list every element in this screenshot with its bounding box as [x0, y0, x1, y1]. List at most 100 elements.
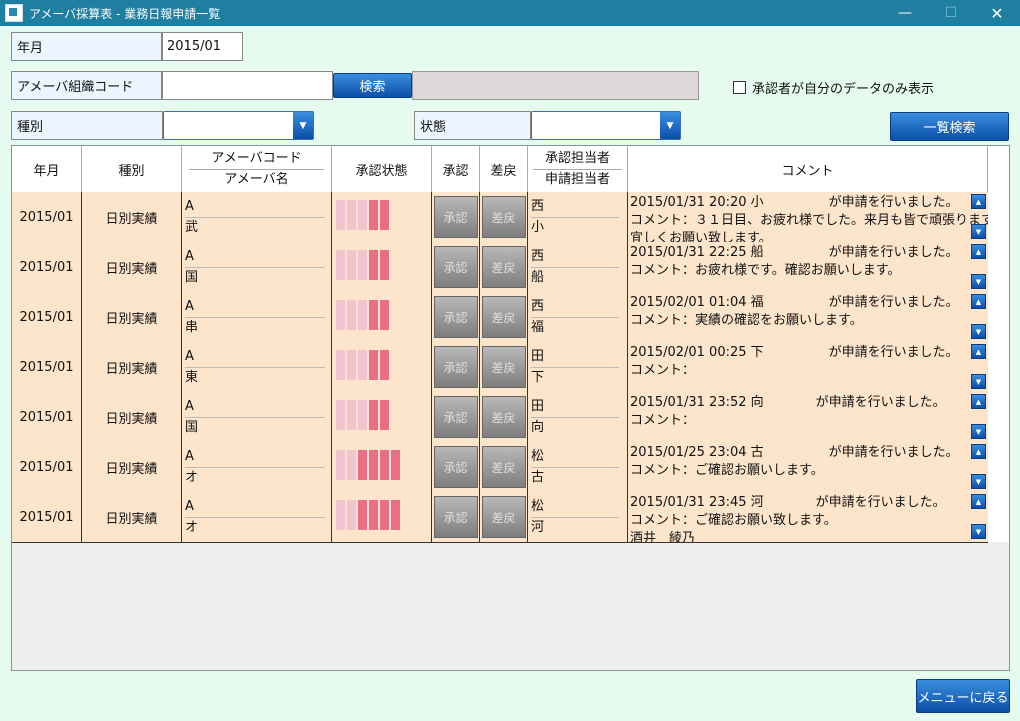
status-segment [347, 200, 356, 230]
reject-button[interactable]: 差戻 [481, 196, 526, 238]
cell-comment: 2015/01/31 22:25 船 が申請を行いました。 コメント：お疲れ様です… [628, 242, 988, 292]
checkbox-icon[interactable] [733, 81, 746, 94]
type-select[interactable]: ▼ [163, 111, 314, 140]
scroll-up-icon[interactable]: ▲ [971, 294, 986, 309]
cell-code: A [185, 497, 325, 518]
scroll-down-icon[interactable]: ▼ [971, 424, 986, 439]
cell-approver: 松 [531, 497, 619, 518]
reject-button[interactable]: 差戻 [481, 296, 526, 338]
status-segment [347, 500, 356, 530]
scroll-down-icon[interactable]: ▼ [971, 524, 986, 539]
month-input[interactable]: 2015/01 [162, 32, 243, 61]
cell-applicant: 河 [531, 519, 545, 535]
table-row[interactable]: 2015/01 日別実績 A オ承認 差戻松古 2015/01/25 23:04 古 が申… [12, 442, 1009, 493]
cell-approver: 西 [531, 247, 619, 268]
row-tail [988, 492, 1009, 542]
header-approve: 承認 [432, 146, 480, 192]
approve-button[interactable]: 承認 [433, 296, 478, 338]
comment-line: コメント：ご確認お願いします。 [630, 463, 824, 478]
cell-reject: 差戻 [480, 442, 528, 492]
scroll-up-icon[interactable]: ▲ [971, 444, 986, 459]
cell-approve: 承認 [432, 192, 480, 242]
table-row[interactable]: 2015/01 日別実績 A 国承認 差戻田向 2015/01/31 23:52 向 が申… [12, 392, 1009, 443]
cell-name: オ [185, 469, 199, 485]
approve-button[interactable]: 承認 [433, 196, 478, 238]
cell-code: A [185, 247, 325, 268]
cell-month: 2015/01 [12, 242, 82, 292]
header-comment: コメント [628, 146, 988, 192]
scroll-down-icon[interactable]: ▼ [971, 274, 986, 289]
approve-button[interactable]: 承認 [433, 396, 478, 438]
cell-status [332, 442, 432, 492]
org-code-input[interactable] [162, 71, 333, 100]
reject-button[interactable]: 差戻 [481, 246, 526, 288]
cell-persons: 松河 [528, 492, 628, 542]
cell-amoeba: Aオ [182, 492, 332, 542]
table-row[interactable]: 2015/01 日別実績 A 串承認 差戻西福 2015/02/01 01:04 福 が申… [12, 292, 1009, 343]
grid-header: 年月 種別 アメーバコード アメーバ名 承認状態 承認 差戻 承認担当者 申請担… [12, 146, 1009, 193]
cell-name: 武 [185, 219, 199, 235]
minimize-icon[interactable]: — [882, 0, 928, 26]
cell-applicant: 下 [531, 369, 545, 385]
status-segment [336, 450, 345, 480]
approver-only-checkbox[interactable]: 承認者が自分のデータのみ表示 [733, 78, 934, 97]
maximize-icon[interactable]: ☐ [928, 0, 974, 26]
comment-line: 2015/01/31 23:52 向 が申請を行いました。 [630, 395, 946, 410]
cell-month: 2015/01 [12, 192, 82, 242]
scroll-up-icon[interactable]: ▲ [971, 244, 986, 259]
cell-name: オ [185, 519, 199, 535]
approve-button[interactable]: 承認 [433, 346, 478, 388]
cell-applicant: 古 [531, 469, 545, 485]
table-row[interactable]: 2015/01 日別実績 A 国承認 差戻西船 2015/01/31 22:25 船 が申… [12, 242, 1009, 293]
list-search-button[interactable]: 一覧検索 [890, 112, 1009, 141]
scroll-up-icon[interactable]: ▲ [971, 494, 986, 509]
window-title: アメーバ採算表 - 業務日報申請一覧 [29, 6, 221, 21]
reject-button[interactable]: 差戻 [481, 396, 526, 438]
scroll-down-icon[interactable]: ▼ [971, 324, 986, 339]
chevron-down-icon[interactable]: ▼ [293, 112, 313, 139]
status-segment [358, 200, 367, 230]
reject-button[interactable]: 差戻 [481, 496, 526, 538]
approve-button[interactable]: 承認 [433, 246, 478, 288]
cell-amoeba: A国 [182, 392, 332, 442]
scroll-up-icon[interactable]: ▲ [971, 394, 986, 409]
status-segment [336, 350, 345, 380]
cell-code: A [185, 447, 325, 468]
cell-reject: 差戻 [480, 292, 528, 342]
chevron-down-icon[interactable]: ▼ [660, 112, 680, 139]
row-tail [988, 392, 1009, 442]
back-to-menu-button[interactable]: メニューに戻る [916, 679, 1010, 713]
status-segment [347, 250, 356, 280]
search-button[interactable]: 検索 [333, 73, 412, 98]
table-row[interactable]: 2015/01 日別実績 A 武承認 差戻西小 2015/01/31 20:20 小 が申… [12, 192, 1009, 243]
scroll-down-icon[interactable]: ▼ [971, 474, 986, 489]
table-row[interactable]: 2015/01 日別実績 A オ承認 差戻松河 2015/01/31 23:45 河 が申… [12, 492, 1009, 543]
scroll-down-icon[interactable]: ▼ [971, 224, 986, 239]
cell-amoeba: A武 [182, 192, 332, 242]
cell-code: A [185, 297, 325, 318]
comment-line: コメント：ご確認お願い致します。 [630, 513, 837, 528]
table-row[interactable]: 2015/01 日別実績 A 東承認 差戻田下 2015/02/01 00:25 下 が申… [12, 342, 1009, 393]
scroll-up-icon[interactable]: ▲ [971, 344, 986, 359]
status-segment [380, 400, 389, 430]
approver-only-label: 承認者が自分のデータのみ表示 [752, 82, 935, 97]
cell-month: 2015/01 [12, 392, 82, 442]
state-select[interactable]: ▼ [531, 111, 681, 140]
comment-line: コメント：実績の確認をお願いします。 [630, 313, 863, 328]
row-tail [988, 242, 1009, 292]
comment-line: コメント：お疲れ様です。確認お願いします。 [630, 263, 901, 278]
cell-status [332, 342, 432, 392]
cell-type: 日別実績 [82, 192, 182, 242]
approve-button[interactable]: 承認 [433, 446, 478, 488]
cell-month: 2015/01 [12, 442, 82, 492]
status-segment [369, 250, 378, 280]
scroll-down-icon[interactable]: ▼ [971, 374, 986, 389]
header-code: アメーバコード [189, 149, 324, 170]
approve-button[interactable]: 承認 [433, 496, 478, 538]
reject-button[interactable]: 差戻 [481, 346, 526, 388]
reject-button[interactable]: 差戻 [481, 446, 526, 488]
header-persons: 承認担当者 申請担当者 [528, 146, 628, 192]
status-segment [358, 350, 367, 380]
scroll-up-icon[interactable]: ▲ [971, 194, 986, 209]
close-icon[interactable]: ✕ [974, 0, 1020, 26]
